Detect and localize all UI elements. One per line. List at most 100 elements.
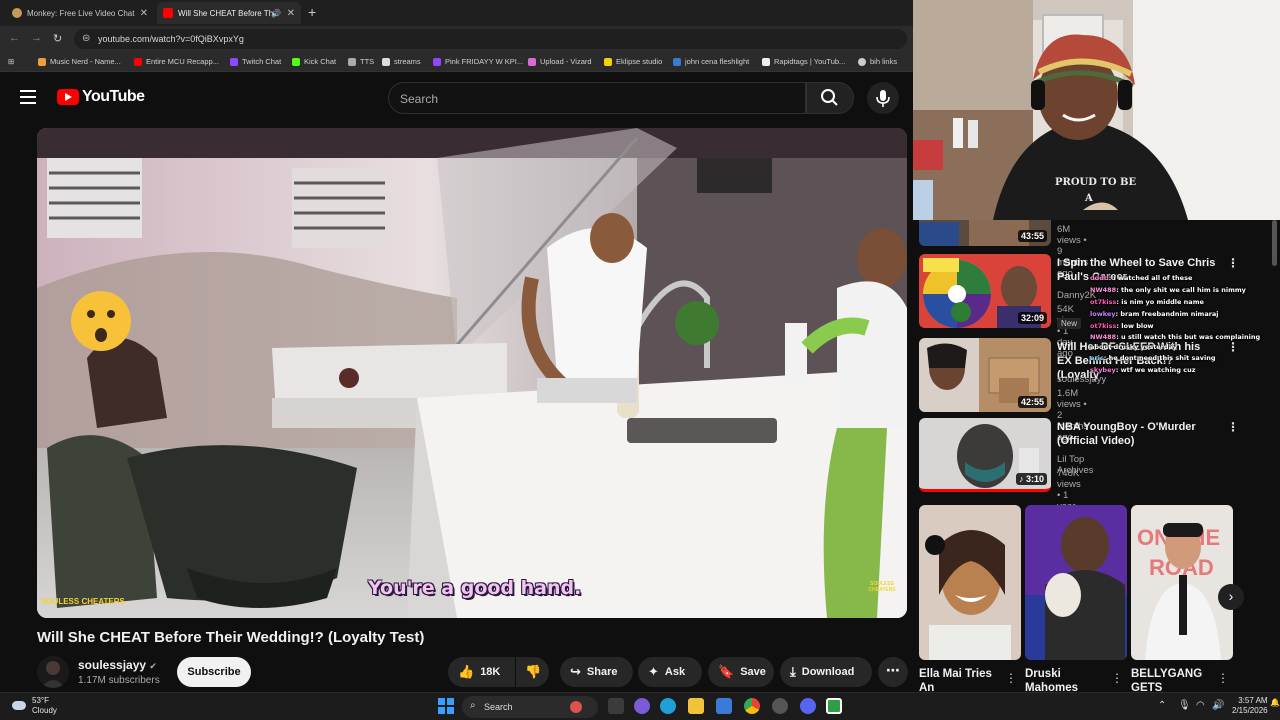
ask-button[interactable]: ✦ Ask <box>638 657 702 687</box>
channel-avatar[interactable] <box>37 656 69 688</box>
more-options-icon[interactable]: ⋮ <box>1217 671 1229 685</box>
video-duration: ♪ 3:10 <box>1015 473 1047 485</box>
bookmark-tts[interactable]: TTS <box>348 57 374 66</box>
search-button[interactable] <box>806 82 854 114</box>
chat-message: ot7kiss: low blow <box>1090 322 1154 330</box>
video-player[interactable]: SOULESS CHEATERS SOULESS CHEATERS <box>37 128 907 618</box>
souless-cheaters-watermark: SOULESS CHEATERS <box>868 581 896 593</box>
short-thumbnail[interactable]: ON THE ROAD <box>1131 505 1233 660</box>
notification-icon[interactable]: 🔔 <box>1270 698 1280 707</box>
video-subtitle: You're a good hand. <box>368 577 582 599</box>
souless-cheaters-watermark: SOULESS CHEATERS <box>41 597 125 606</box>
youtube-play-icon <box>57 89 79 105</box>
url-input[interactable]: ⊜ youtube.com/watch?v=0fQiBXvpxYg <box>74 29 907 49</box>
dislike-button[interactable]: 👎 <box>516 657 549 687</box>
bookmark-mcu[interactable]: Entire MCU Recapp... <box>134 57 219 66</box>
more-options-icon[interactable]: ⋮ <box>1005 671 1017 685</box>
menu-icon[interactable] <box>20 90 36 104</box>
task-view-icon[interactable] <box>608 698 624 714</box>
bookmark-kick-chat[interactable]: Kick Chat <box>292 57 336 66</box>
short-thumbnail[interactable] <box>919 505 1021 660</box>
edge-icon[interactable] <box>660 698 676 714</box>
chat-message: eric: he dont need this shit saving <box>1090 354 1216 362</box>
more-options-icon[interactable]: ⋮ <box>1227 420 1239 434</box>
bookmark-eklipse[interactable]: Eklipse studio <box>604 57 662 66</box>
chat-message: skybey: wtf we watching cuz <box>1090 366 1196 374</box>
short-title: Ella Mai Tries An <box>919 668 992 692</box>
chevron-right-icon: › <box>1228 588 1234 604</box>
wifi-icon[interactable]: ◠ <box>1196 700 1205 711</box>
youtube-logo[interactable]: YouTube <box>57 88 145 106</box>
speaker-icon[interactable]: 🔊 <box>271 9 281 18</box>
sidebar-scrollbar[interactable] <box>1272 220 1277 266</box>
bookmark-bih-links[interactable]: bih links <box>858 57 897 66</box>
new-tab-button[interactable]: + <box>308 4 316 20</box>
copilot-icon[interactable] <box>634 698 650 714</box>
search-highlight-icon <box>570 701 582 713</box>
video-thumbnail[interactable]: ♪ 3:10 <box>919 418 1051 492</box>
windows-taskbar: 53°F Cloudy ⌕ Search ⌃ 🎙 ◠ 🔊 3:57 AM 2/1… <box>0 692 1280 720</box>
bookmark-rapidtags[interactable]: Rapidtags | YouTub... <box>762 57 845 66</box>
obs-icon[interactable] <box>772 698 788 714</box>
chat-message: NW488: the only shit we call him is nimm… <box>1090 286 1246 294</box>
video-thumbnail[interactable]: 32:09 <box>919 254 1051 328</box>
bookmarks-bar: ⊞ Music Nerd - Name... Entire MCU Recapp… <box>0 52 913 72</box>
chat-message: dddd: i watched all of these <box>1090 274 1193 282</box>
forward-icon[interactable]: → <box>31 32 42 44</box>
more-actions-button[interactable]: ⋯ <box>878 657 908 687</box>
search-icon <box>821 89 838 106</box>
file-explorer-icon[interactable] <box>688 698 704 714</box>
short-thumbnail[interactable] <box>1025 505 1127 660</box>
taskbar-search[interactable]: ⌕ Search <box>462 696 598 718</box>
chevron-up-icon[interactable]: ⌃ <box>1158 700 1166 711</box>
bookmark-pink-friday[interactable]: Pink FRIDAYY W KPI... <box>433 57 523 66</box>
weather-widget[interactable]: 53°F Cloudy <box>32 696 57 716</box>
chrome-icon[interactable] <box>744 698 760 714</box>
windows-start-icon[interactable] <box>438 698 454 714</box>
shorts-next-button[interactable]: › <box>1218 584 1244 610</box>
voice-search-button[interactable] <box>867 82 899 114</box>
system-clock[interactable]: 3:57 AM 2/15/2026 <box>1232 696 1268 716</box>
microphone-icon <box>876 90 890 107</box>
bookmark-icon: 🔖 <box>718 664 735 679</box>
clock-date: 2/15/2026 <box>1232 706 1268 715</box>
back-icon[interactable]: ← <box>9 32 20 44</box>
volume-icon[interactable]: 🔊 <box>1212 700 1224 711</box>
bookmark-streams[interactable]: streams <box>382 57 421 66</box>
tab-monkey[interactable]: Monkey: Free Live Video Chat ✕ <box>6 2 154 24</box>
subscriber-count: 1.17M subscribers <box>78 675 160 686</box>
apps-grid-icon[interactable]: ⊞ <box>8 57 14 66</box>
chat-message: ot7kiss: is nim yo middle name <box>1090 298 1204 306</box>
video-thumbnail[interactable]: 43:55 <box>919 220 1051 246</box>
video-duration: 32:09 <box>1017 312 1047 324</box>
video-thumbnail[interactable]: 42:55 <box>919 338 1051 412</box>
monkey-favicon-icon <box>12 8 22 18</box>
bookmark-music-nerd[interactable]: Music Nerd - Name... <box>38 57 121 66</box>
save-button[interactable]: 🔖 Save <box>708 657 774 687</box>
channel-name[interactable]: soulessjayy ✔ <box>78 658 157 672</box>
site-info-icon[interactable]: ⊜ <box>82 33 90 44</box>
video-title: Will She CHEAT Before Their Wedding!? (L… <box>37 629 425 646</box>
bookmark-twitch-chat[interactable]: Twitch Chat <box>230 57 281 66</box>
close-tab-icon[interactable]: ✕ <box>287 8 295 19</box>
shirt-text: A <box>1085 193 1093 204</box>
search-input[interactable]: Search <box>388 82 806 114</box>
windows-logo <box>438 698 454 714</box>
more-icon: ⋯ <box>886 662 900 678</box>
more-options-icon[interactable]: ⋮ <box>1227 256 1239 270</box>
share-button[interactable]: ↪ Share <box>560 657 633 687</box>
download-button[interactable]: ⤓ Download <box>780 657 872 687</box>
tab-youtube[interactable]: Will She CHEAT Before The 🔊 ✕ <box>157 2 301 24</box>
store-icon[interactable] <box>716 698 732 714</box>
microphone-icon[interactable]: 🎙 <box>1178 700 1191 711</box>
like-button[interactable]: 👍 18K <box>448 657 515 687</box>
reload-icon[interactable]: ↻ <box>53 32 62 45</box>
bookmark-vizard[interactable]: Upload - Vizard <box>528 57 592 66</box>
more-options-icon[interactable]: ⋮ <box>1111 671 1123 685</box>
sparkle-icon: ✦ <box>648 664 659 679</box>
bookmark-john-cena[interactable]: john cena fleshlight <box>673 57 749 66</box>
discord-icon[interactable] <box>800 698 816 714</box>
app-icon[interactable] <box>826 698 842 714</box>
subscribe-button[interactable]: Subscribe <box>177 657 251 687</box>
close-tab-icon[interactable]: ✕ <box>140 8 148 19</box>
